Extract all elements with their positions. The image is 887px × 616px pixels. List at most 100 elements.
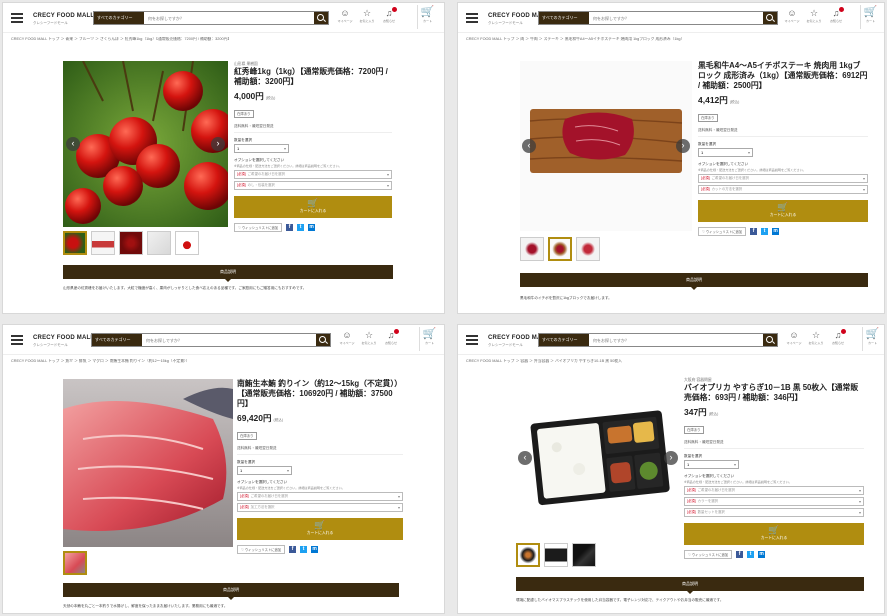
search-icon[interactable] [763, 12, 777, 24]
notice-button[interactable]: ♫ お知らせ [381, 7, 397, 23]
option-select[interactable]: [必須] カラーを選択 [684, 497, 864, 506]
favorites-button[interactable]: ☆ お気に入り [361, 330, 377, 345]
thumbnail[interactable] [548, 237, 572, 261]
option-select[interactable]: [必須] ご希望のお届け日を選択 [698, 174, 868, 183]
cart-button[interactable]: 🛒 カート [862, 327, 882, 351]
search-input[interactable] [144, 12, 314, 24]
quantity-select[interactable]: 1 [237, 466, 292, 475]
quantity-select[interactable]: 1 [234, 144, 289, 153]
share-icon[interactable]: m [308, 224, 316, 231]
breadcrumb[interactable]: CRECY FOOD MALL トップ ＞ 青果 ＞ フルーツ ＞ さくらんぼ … [11, 37, 436, 42]
prev-image-button[interactable]: ‹ [66, 137, 80, 151]
twitter-icon[interactable]: t [761, 228, 769, 235]
thumbnail[interactable] [63, 551, 87, 575]
site-logo[interactable]: CRECY FOOD MALL [33, 335, 94, 341]
search-icon[interactable] [314, 12, 328, 24]
favorites-button[interactable]: ☆ お気に入り [359, 8, 375, 23]
cart-button[interactable]: 🛒 カート [417, 5, 437, 29]
facebook-icon[interactable]: f [736, 551, 744, 558]
breadcrumb[interactable]: CRECY FOOD MALL トップ ＞ 魚介 ＞ 鮮魚 ＞ マグロ ＞ 南鮪… [11, 359, 436, 364]
wishlist-button[interactable]: ♡ ウィッシュリストに追加 [698, 227, 747, 236]
add-to-cart-button[interactable]: 🛒 カートに入れる [698, 200, 868, 222]
menu-icon[interactable] [11, 13, 23, 23]
twitter-icon[interactable]: t [297, 224, 305, 231]
description-tab[interactable]: 商品説明 [63, 583, 399, 600]
thumbnail[interactable] [544, 543, 568, 567]
search-icon[interactable] [763, 334, 777, 346]
facebook-icon[interactable]: f [289, 546, 297, 553]
next-image-button[interactable]: › [664, 451, 678, 465]
search-input[interactable] [142, 334, 316, 346]
add-to-cart-button[interactable]: 🛒 カートに入れる [237, 518, 403, 540]
description-tab[interactable]: 商品説明 [516, 577, 864, 594]
twitter-icon[interactable]: t [747, 551, 755, 558]
thumbnail[interactable] [516, 543, 540, 567]
add-to-cart-button[interactable]: 🛒 カートに入れる [234, 196, 392, 218]
user-icon: ☺ [340, 8, 350, 18]
mypage-button[interactable]: ☺ マイページ [784, 8, 800, 23]
category-select[interactable]: すべてのカテゴリー [92, 334, 142, 346]
add-to-cart-button[interactable]: 🛒 カートに入れる [684, 523, 864, 545]
quantity-select[interactable]: 1 [684, 460, 739, 469]
option-note: ※商品の仕様・配送方法をご選択ください。詳細は商品説明をご覧ください。 [237, 486, 345, 490]
product-image[interactable]: ‹ › [520, 61, 692, 231]
next-image-button[interactable]: › [211, 137, 225, 151]
favorites-button[interactable]: ☆ お気に入り [806, 8, 822, 23]
next-image-button[interactable]: › [676, 139, 690, 153]
option-select[interactable]: [必須] ご希望のお届け日を選択 [234, 170, 392, 179]
description-tab[interactable]: 商品説明 [520, 273, 868, 290]
menu-icon[interactable] [466, 335, 478, 345]
prev-image-button[interactable]: ‹ [522, 139, 536, 153]
notice-button[interactable]: ♫ お知らせ [830, 329, 846, 345]
search-input[interactable] [589, 12, 763, 24]
option-select[interactable]: [必須] ご希望のお届け日を選択 [684, 486, 864, 495]
search-icon[interactable] [316, 334, 330, 346]
site-logo[interactable]: CRECY FOOD MALL [33, 13, 94, 19]
facebook-icon[interactable]: f [286, 224, 294, 231]
share-icon[interactable]: m [758, 551, 766, 558]
cart-button[interactable]: 🛒 カート [860, 5, 880, 29]
cart-button[interactable]: 🛒 カート [419, 327, 439, 351]
option-select[interactable]: [必須] カットの方法を選択 [698, 185, 868, 194]
mypage-button[interactable]: ☺ マイページ [786, 330, 802, 345]
thumbnail[interactable] [63, 231, 87, 255]
thumbnail[interactable] [572, 543, 596, 567]
product-image[interactable]: ‹ › [516, 377, 680, 539]
facebook-icon[interactable]: f [750, 228, 758, 235]
prev-image-button[interactable]: ‹ [518, 451, 532, 465]
share-icon[interactable]: m [772, 228, 780, 235]
thumbnail[interactable] [119, 231, 143, 255]
mypage-button[interactable]: ☺ マイページ [339, 330, 355, 345]
category-select[interactable]: すべてのカテゴリー [94, 12, 144, 24]
notice-button[interactable]: ♫ お知らせ [383, 329, 399, 345]
category-select[interactable]: すべてのカテゴリー [539, 334, 589, 346]
thumbnail[interactable] [520, 237, 544, 261]
option-select[interactable]: [必須] ご希望のお届け日を選択 [237, 492, 403, 501]
twitter-icon[interactable]: t [300, 546, 308, 553]
favorites-button[interactable]: ☆ お気に入り [808, 330, 824, 345]
thumbnail[interactable] [175, 231, 199, 255]
thumbnail[interactable] [576, 237, 600, 261]
product-image[interactable]: ‹ › [63, 61, 228, 227]
share-icon[interactable]: m [311, 546, 319, 553]
breadcrumb[interactable]: CRECY FOOD MALL トップ ＞ 容器 ＞ 弁当容器 ＞ バイオプリカ… [466, 359, 876, 364]
wishlist-button[interactable]: ♡ ウィッシュリストに追加 [237, 545, 286, 554]
option-select[interactable]: [必須] 数量セットを選択 [684, 508, 864, 517]
product-image[interactable] [63, 379, 233, 547]
product-info: 大阪府 容器問屋 バイオプリカ やすらぎ10－1B 黒 50枚入【通常販売価格：… [684, 377, 864, 559]
menu-icon[interactable] [11, 335, 23, 345]
menu-icon[interactable] [466, 13, 478, 23]
notice-button[interactable]: ♫ お知らせ [828, 7, 844, 23]
wishlist-button[interactable]: ♡ ウィッシュリストに追加 [234, 223, 283, 232]
option-select[interactable]: [必須] 加工方法を選択 [237, 503, 403, 512]
mypage-button[interactable]: ☺ マイページ [337, 8, 353, 23]
thumbnail[interactable] [147, 231, 171, 255]
description-tab[interactable]: 商品説明 [63, 265, 393, 282]
option-select[interactable]: [必須] のし・包装を選択 [234, 181, 392, 190]
thumbnail[interactable] [91, 231, 115, 255]
quantity-select[interactable]: 1 [698, 148, 753, 157]
breadcrumb[interactable]: CRECY FOOD MALL トップ ＞ 肉 ＞ 牛肉 ＞ ステーキ ＞ 黒毛… [466, 37, 876, 42]
category-select[interactable]: すべてのカテゴリー [539, 12, 589, 24]
wishlist-button[interactable]: ♡ ウィッシュリストに追加 [684, 550, 733, 559]
search-input[interactable] [589, 334, 763, 346]
